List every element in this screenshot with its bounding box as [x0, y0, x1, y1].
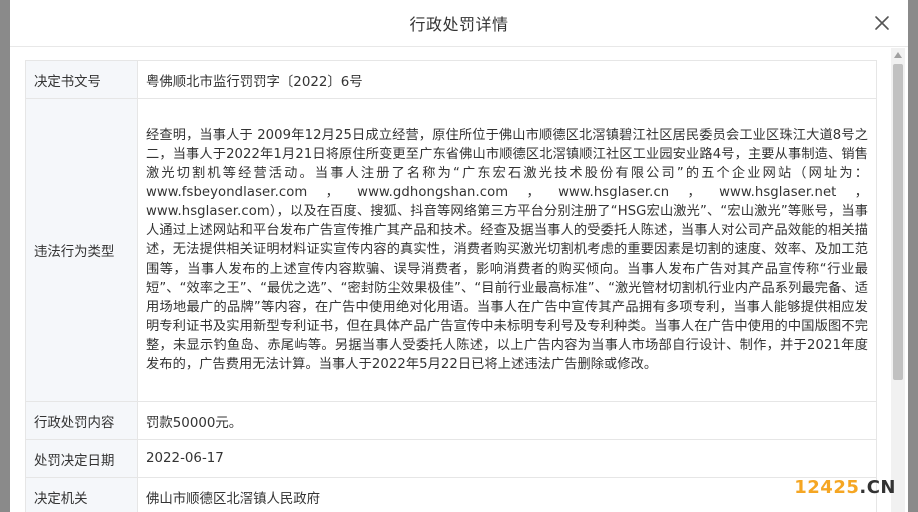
value-violation: 经查明，当事人于 2009年12月25日成立经营，原住所位于佛山市顺德区北滘镇碧… [137, 98, 877, 402]
scroll-thumb[interactable] [893, 64, 903, 380]
label-decision-date: 处罚决定日期 [25, 439, 138, 478]
value-doc-no: 粤佛顺北市监行罚罚字〔2022〕6号 [137, 60, 877, 99]
watermark-cn: CN [866, 477, 896, 498]
scroll-up-arrow[interactable] [891, 48, 905, 62]
value-decision-date: 2022-06-17 [137, 439, 877, 478]
row-authority: 决定机关 佛山市顺德区北滘镇人民政府 [25, 477, 877, 512]
close-button[interactable] [870, 11, 894, 35]
backdrop-right [908, 0, 918, 512]
row-penalty-content: 行政处罚内容 罚款50000元。 [25, 401, 877, 440]
row-doc-no: 决定书文号 粤佛顺北市监行罚罚字〔2022〕6号 [25, 60, 877, 99]
label-authority: 决定机关 [25, 477, 138, 512]
label-penalty-content: 行政处罚内容 [25, 401, 138, 440]
watermark-dot: . [859, 477, 867, 498]
backdrop-left [0, 0, 10, 512]
vertical-scrollbar[interactable] [891, 48, 905, 512]
value-authority: 佛山市顺德区北滘镇人民政府 [137, 477, 877, 512]
row-violation: 违法行为类型 经查明，当事人于 2009年12月25日成立经营，原住所位于佛山市… [25, 98, 877, 402]
label-doc-no: 决定书文号 [25, 60, 138, 99]
detail-content: 决定书文号 粤佛顺北市监行罚罚字〔2022〕6号 违法行为类型 经查明，当事人于… [25, 60, 877, 512]
site-watermark: 12425.CN [794, 477, 896, 498]
dialog-title: 行政处罚详情 [409, 15, 509, 34]
close-icon [875, 16, 889, 30]
violation-text: 经查明，当事人于 2009年12月25日成立经营，原住所位于佛山市顺德区北滘镇碧… [146, 127, 868, 373]
dialog-header: 行政处罚详情 [10, 0, 908, 47]
watermark-num: 12425 [794, 477, 860, 498]
penalty-detail-dialog: 行政处罚详情 决定书文号 粤佛顺北市监行罚罚字〔2022〕6号 违法行为类型 经… [10, 0, 908, 512]
triangle-up-icon [894, 52, 902, 58]
detail-table: 决定书文号 粤佛顺北市监行罚罚字〔2022〕6号 违法行为类型 经查明，当事人于… [25, 60, 877, 512]
label-violation: 违法行为类型 [25, 98, 138, 402]
row-decision-date: 处罚决定日期 2022-06-17 [25, 439, 877, 478]
value-penalty-content: 罚款50000元。 [137, 401, 877, 440]
